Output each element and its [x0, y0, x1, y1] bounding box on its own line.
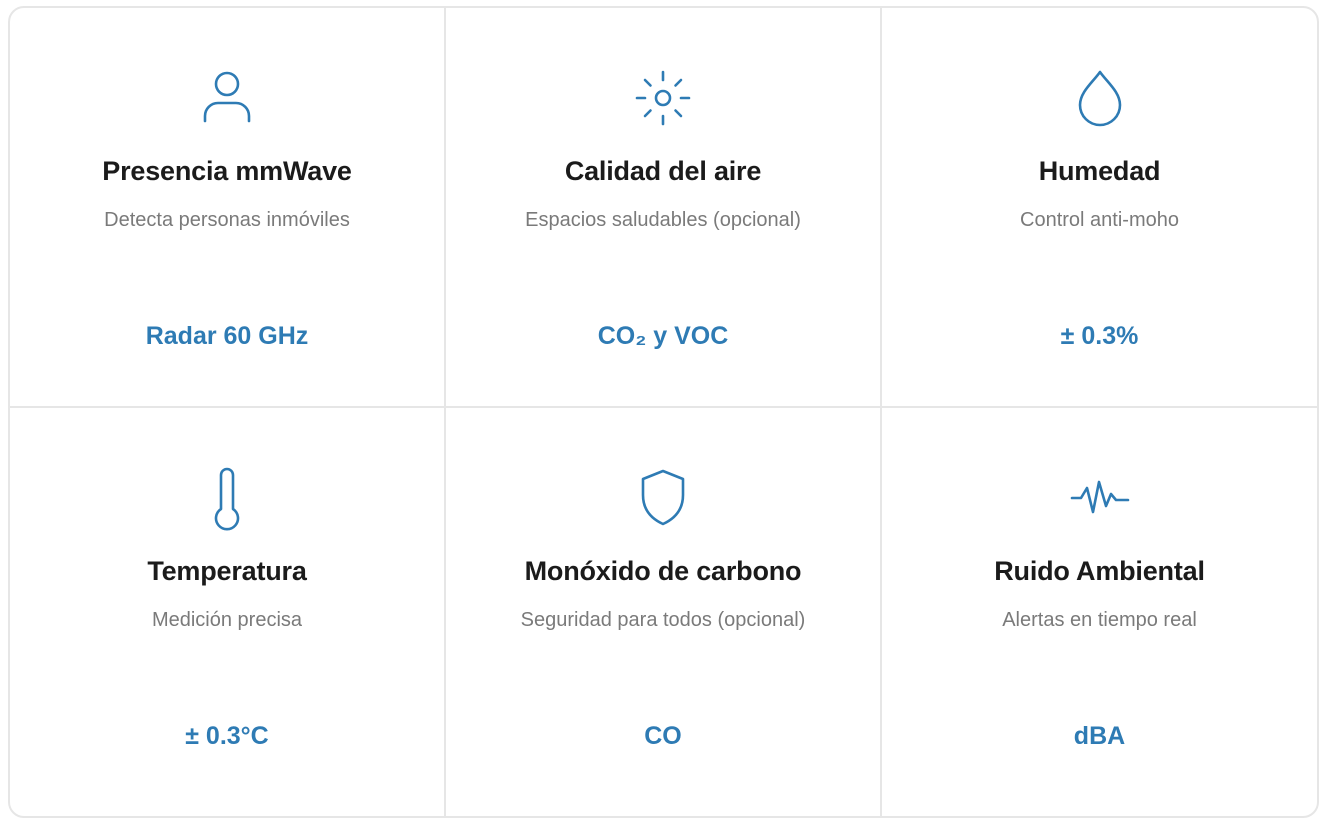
feature-card-carbon-monoxide: Monóxido de carbono Seguridad para todos…	[446, 408, 882, 816]
feature-card-ambient-noise: Ruido Ambiental Alertas en tiempo real d…	[882, 408, 1317, 816]
feature-title: Temperatura	[147, 556, 307, 586]
feature-title: Calidad del aire	[564, 156, 762, 186]
feature-subtitle: Control anti-moho	[1020, 209, 1179, 231]
sun-icon	[446, 66, 880, 130]
feature-spec: CO	[644, 722, 682, 750]
user-icon	[10, 66, 444, 130]
features-grid: Presencia mmWave Detecta personas inmóvi…	[8, 6, 1319, 818]
feature-title: Presencia mmWave	[102, 156, 352, 186]
feature-spec: Radar 60 GHz	[145, 322, 309, 350]
thermometer-icon	[10, 466, 444, 531]
feature-card-humidity: Humedad Control anti-moho ± 0.3%	[882, 8, 1317, 408]
feature-spec: CO₂ y VOC	[597, 322, 729, 350]
feature-title: Ruido Ambiental	[994, 556, 1205, 586]
feature-title: Monóxido de carbono	[524, 556, 802, 586]
activity-icon	[882, 466, 1317, 530]
feature-spec: ± 0.3%	[1060, 322, 1139, 350]
feature-subtitle: Medición precisa	[151, 609, 303, 631]
feature-subtitle: Seguridad para todos (opcional)	[520, 609, 806, 631]
shield-icon	[446, 466, 880, 530]
feature-title: Humedad	[1038, 156, 1161, 186]
feature-subtitle: Detecta personas inmóviles	[104, 209, 350, 231]
feature-card-presence: Presencia mmWave Detecta personas inmóvi…	[10, 8, 446, 408]
droplet-icon	[882, 66, 1317, 130]
feature-card-air-quality: Calidad del aire Espacios saludables (op…	[446, 8, 882, 408]
feature-spec: dBA	[1073, 722, 1126, 750]
feature-subtitle: Alertas en tiempo real	[1002, 609, 1197, 631]
feature-subtitle: Espacios saludables (opcional)	[525, 209, 801, 231]
feature-card-temperature: Temperatura Medición precisa ± 0.3°C	[10, 408, 446, 816]
feature-spec: ± 0.3°C	[185, 722, 269, 750]
